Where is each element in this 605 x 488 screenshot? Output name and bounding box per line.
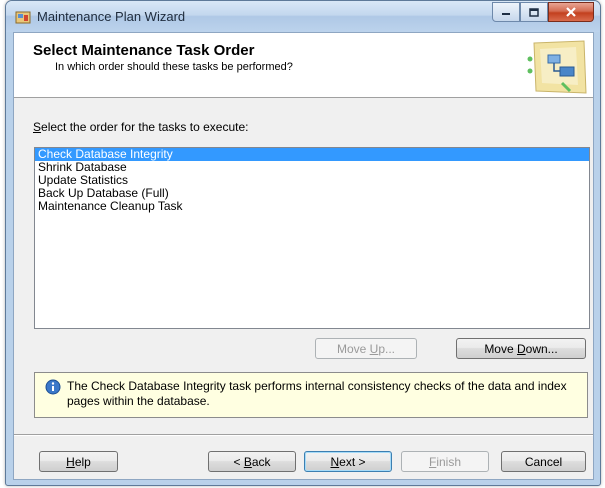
move-up-button[interactable]: Move Up...: [315, 338, 417, 359]
maximize-icon: [529, 7, 539, 17]
help-button[interactable]: Help: [39, 451, 118, 472]
title-bar[interactable]: Maintenance Plan Wizard: [6, 1, 600, 32]
wizard-client-area: Select Maintenance Task Order In which o…: [13, 32, 594, 480]
task-order-label: Select the order for the tasks to execut…: [33, 120, 248, 134]
task-description-box: The Check Database Integrity task perfor…: [34, 372, 588, 418]
minimize-button[interactable]: [492, 2, 520, 22]
label-text: elect the order for the tasks to execute…: [41, 120, 249, 134]
close-button[interactable]: [548, 2, 594, 22]
wizard-app-icon: [15, 11, 31, 24]
next-button[interactable]: Next >: [304, 451, 392, 472]
window-title: Maintenance Plan Wizard: [37, 9, 186, 24]
wizard-window: Maintenance Plan Wizard Select Maintenan…: [5, 0, 601, 486]
list-item[interactable]: Maintenance Cleanup Task: [35, 200, 589, 213]
info-icon: [45, 379, 61, 395]
page-subtitle: In which order should these tasks be per…: [55, 61, 293, 73]
minimize-icon: [502, 13, 510, 15]
maximize-button[interactable]: [520, 2, 548, 22]
button-label: p...: [378, 342, 396, 356]
button-access-key: H: [66, 455, 75, 469]
button-label: ext >: [339, 455, 366, 469]
button-access-key: B: [243, 455, 252, 469]
button-label: own...: [525, 342, 558, 356]
button-label: Move: [484, 342, 517, 356]
finish-button[interactable]: Finish: [401, 451, 489, 472]
button-access-key: D: [517, 342, 526, 356]
move-down-button[interactable]: Move Down...: [456, 338, 586, 359]
button-label: ack: [251, 455, 271, 469]
cancel-button[interactable]: Cancel: [501, 451, 586, 472]
wizard-header: Select Maintenance Task Order In which o…: [14, 33, 593, 98]
button-label: <: [233, 455, 244, 469]
button-access-key: N: [330, 455, 340, 469]
back-button[interactable]: < Back: [208, 451, 296, 472]
task-description-text: The Check Database Integrity task perfor…: [67, 379, 567, 408]
label-access-key: S: [33, 120, 42, 134]
button-label: inish: [436, 455, 462, 469]
button-label: elp: [74, 455, 91, 469]
wizard-banner-icon: [527, 40, 587, 94]
task-order-list[interactable]: Check Database Integrity Shrink Database…: [34, 147, 590, 329]
page-title: Select Maintenance Task Order: [33, 42, 255, 59]
footer-divider: [14, 434, 593, 436]
caption-buttons: [492, 2, 594, 22]
close-icon: [566, 7, 576, 17]
button-label: Move: [336, 342, 370, 356]
